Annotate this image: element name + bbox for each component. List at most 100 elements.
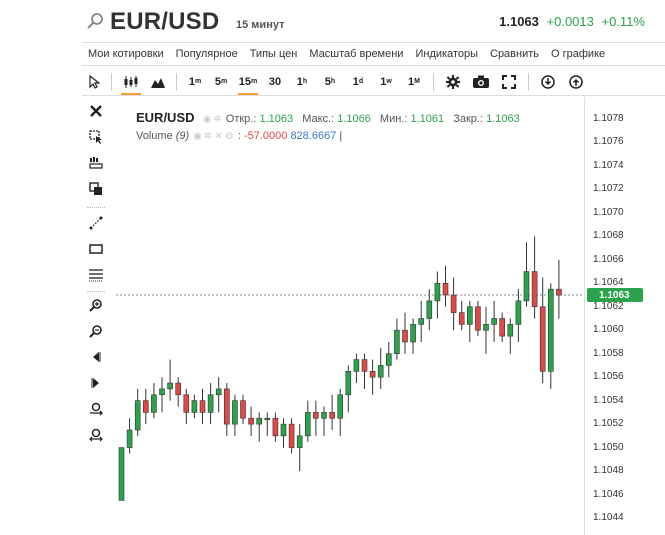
settings-button[interactable] bbox=[439, 69, 467, 95]
candle bbox=[377, 347, 384, 389]
zoom-fit-button[interactable] bbox=[88, 401, 104, 417]
current-price: 1.1063 bbox=[499, 14, 539, 29]
area-type-button[interactable] bbox=[145, 69, 171, 95]
interval-1d-button[interactable]: 1d bbox=[344, 69, 372, 95]
candle bbox=[507, 318, 514, 354]
menu-compare[interactable]: Сравнить bbox=[490, 48, 539, 60]
upload-icon bbox=[569, 74, 583, 89]
candle-body-up bbox=[337, 394, 343, 419]
candle bbox=[329, 394, 335, 430]
copy-icon bbox=[89, 182, 102, 195]
download-button[interactable] bbox=[534, 69, 562, 95]
candle bbox=[458, 300, 465, 331]
candle-body-up bbox=[410, 324, 416, 343]
interval-5h-button[interactable]: 5h bbox=[316, 69, 344, 95]
price-axis[interactable]: 1.1078 1.1076 1.1074 1.1072 1.1070 1.1068 1.10… bbox=[584, 97, 665, 535]
candle-body-up bbox=[377, 365, 384, 378]
camera-icon bbox=[473, 75, 489, 88]
candle bbox=[159, 377, 165, 413]
price-tick-label: 1.1046 bbox=[593, 488, 624, 500]
candle bbox=[426, 289, 433, 331]
candle bbox=[240, 394, 246, 425]
interval-5m-button[interactable]: 5m bbox=[208, 69, 234, 95]
select-area-icon bbox=[89, 130, 102, 144]
toolbar-divider bbox=[176, 72, 177, 91]
menu-popular[interactable]: Популярное bbox=[176, 48, 238, 60]
candle bbox=[126, 418, 133, 454]
price-tick-label: 1.1064 bbox=[593, 277, 624, 289]
candle-body-down bbox=[199, 400, 206, 413]
menu-my-quotes[interactable]: Мои котировки bbox=[88, 48, 164, 60]
price-change-pct: +0.11% bbox=[601, 14, 646, 29]
scroll-left-button[interactable] bbox=[88, 349, 104, 365]
price-tick-label: 1.1074 bbox=[593, 159, 624, 171]
candle bbox=[134, 388, 141, 436]
triangle-right-icon bbox=[91, 378, 99, 388]
candle-body-up bbox=[394, 329, 400, 355]
candle-body-down bbox=[248, 417, 254, 425]
rectangle-button[interactable] bbox=[88, 241, 104, 257]
interval-30-button[interactable]: 30 bbox=[262, 69, 288, 95]
candle-body-up bbox=[418, 318, 425, 325]
menu-price-types[interactable]: Типы цен bbox=[250, 48, 298, 60]
candle bbox=[296, 424, 303, 472]
candle bbox=[394, 318, 400, 360]
rectangle-icon bbox=[89, 244, 103, 254]
candle bbox=[361, 353, 368, 389]
candle bbox=[321, 406, 327, 436]
measure-button[interactable] bbox=[88, 155, 104, 171]
zoom-out-icon bbox=[89, 325, 102, 338]
zoom-reset-button[interactable] bbox=[88, 427, 104, 443]
candle-body-up bbox=[491, 318, 497, 325]
remove-drawings-button[interactable] bbox=[88, 103, 104, 119]
fibonacci-button[interactable] bbox=[88, 267, 104, 283]
price-change: +0.0013 bbox=[546, 14, 594, 29]
close-icon bbox=[90, 105, 102, 117]
candle-body-up bbox=[483, 324, 489, 331]
menu-about-chart[interactable]: О графике bbox=[551, 48, 605, 60]
candle-body-up bbox=[426, 300, 433, 319]
price-tick-label: 1.1044 bbox=[593, 512, 624, 523]
price-tick-label: 1.1072 bbox=[593, 183, 624, 195]
price-tick-label: 1.1070 bbox=[593, 206, 624, 218]
candle bbox=[434, 271, 441, 319]
zoom-in-button[interactable] bbox=[88, 297, 104, 313]
select-area-button[interactable] bbox=[88, 129, 104, 145]
candle bbox=[256, 412, 262, 442]
scroll-right-button[interactable] bbox=[88, 375, 104, 391]
candle-body-up bbox=[151, 394, 157, 413]
candle-body-down bbox=[499, 318, 506, 337]
candle bbox=[410, 318, 416, 354]
candle-body-down bbox=[224, 388, 230, 425]
clone-button[interactable] bbox=[88, 181, 104, 197]
interval-1M-button[interactable]: 1M bbox=[400, 69, 428, 95]
toolbar-divider bbox=[111, 72, 112, 91]
quote-summary: 1.1063 +0.0013 +0.11% bbox=[499, 14, 645, 29]
triangle-left-icon bbox=[93, 352, 101, 362]
fullscreen-button[interactable] bbox=[495, 69, 523, 95]
menu-indicators[interactable]: Индикаторы bbox=[415, 48, 478, 60]
search-icon[interactable] bbox=[86, 12, 104, 30]
screenshot-button[interactable] bbox=[467, 69, 495, 95]
interval-1m-button[interactable]: 1m bbox=[182, 69, 208, 95]
cursor-tool-button[interactable] bbox=[82, 69, 106, 95]
price-tick-label: 1.1050 bbox=[593, 441, 624, 453]
interval-1h-button[interactable]: 1h bbox=[288, 69, 316, 95]
symbol-title: EUR/USD bbox=[110, 8, 220, 35]
upload-button[interactable] bbox=[562, 69, 590, 95]
candle-body-up bbox=[256, 417, 262, 425]
interval-1w-button[interactable]: 1w bbox=[372, 69, 400, 95]
interval-15m-button[interactable]: 15 m bbox=[234, 69, 262, 95]
zoom-out-button[interactable] bbox=[88, 323, 104, 339]
candles-type-button[interactable] bbox=[117, 69, 145, 95]
price-tick-label: 1.1062 bbox=[593, 300, 624, 312]
candle bbox=[151, 383, 157, 419]
candle-body-down bbox=[142, 400, 149, 413]
price-chart[interactable] bbox=[116, 97, 584, 535]
menu-time-scale[interactable]: Масштаб времени bbox=[309, 48, 403, 60]
candlestick-plot[interactable] bbox=[116, 97, 584, 535]
trend-line-button[interactable] bbox=[88, 215, 104, 231]
menu-bar: Мои котировки Популярное Типы цен Масшта… bbox=[82, 42, 665, 66]
candle-body-down bbox=[175, 382, 182, 396]
price-tick-label: 1.1066 bbox=[593, 253, 624, 265]
